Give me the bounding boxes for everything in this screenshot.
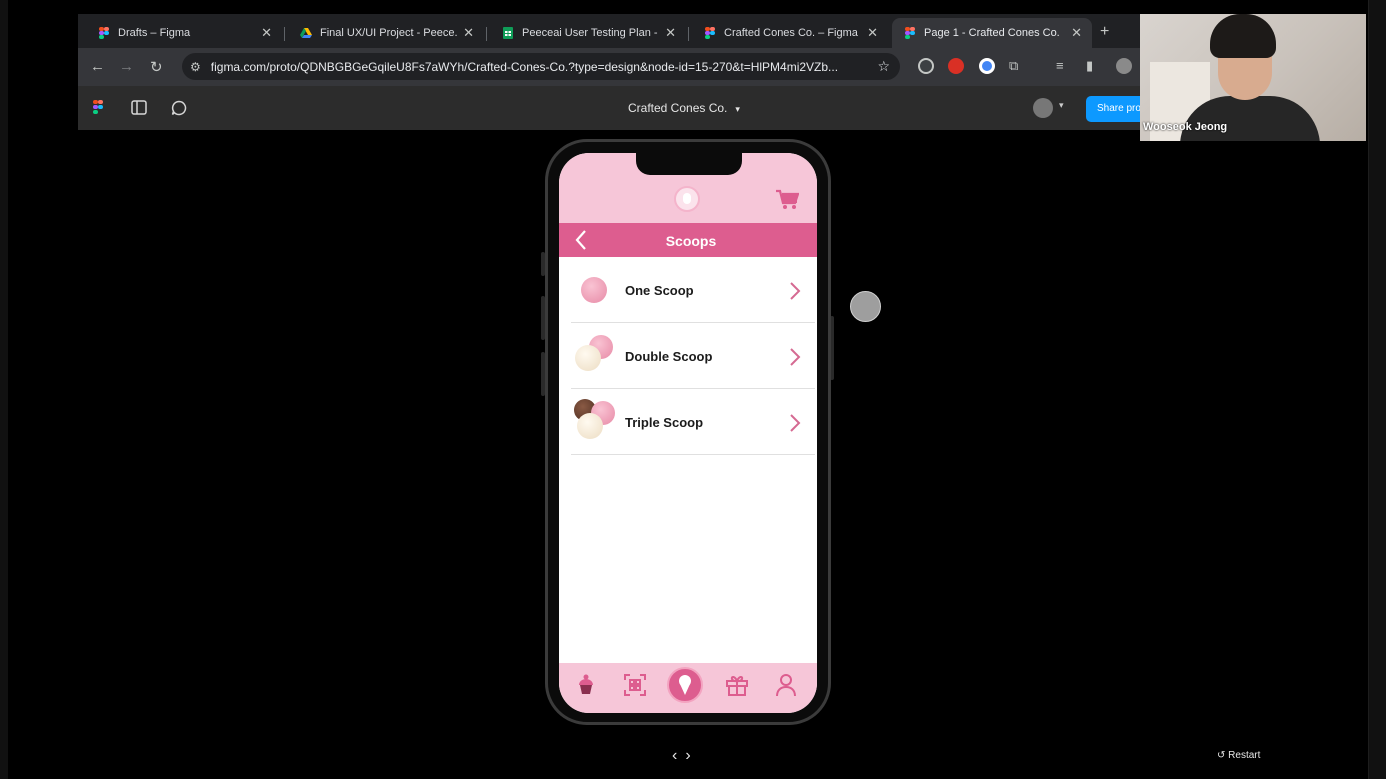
webcam-overlay: Wooseok Jeong [1140, 14, 1366, 141]
tab-separator [486, 27, 487, 41]
home-ice-cream-icon[interactable] [667, 667, 703, 703]
profile-icon[interactable] [775, 673, 797, 702]
tab-page-1[interactable]: Page 1 - Crafted Cones Co. ✕ [892, 18, 1092, 48]
tab-title: Drafts – Figma [118, 27, 191, 39]
site-settings-icon[interactable]: ⚙ [190, 60, 201, 74]
restart-label: Restart [1228, 750, 1261, 761]
phone-notch [636, 153, 742, 175]
file-title-text: Crafted Cones Co. [628, 101, 728, 115]
browser-window: Drafts – Figma ✕ Final UX/UI Project - P… [78, 14, 1146, 130]
double-scoop-image [575, 345, 601, 371]
address-bar[interactable]: ⚙ figma.com/proto/QDNBGBGeGqileU8Fs7aWYh… [182, 53, 900, 80]
media-control-icon[interactable]: ≡ [1056, 58, 1064, 73]
tab-separator [688, 27, 689, 41]
page-title: Scoops [665, 233, 717, 249]
scoop-option-one[interactable]: One Scoop [571, 257, 815, 323]
grammarly-icon[interactable] [918, 58, 934, 74]
qr-scan-icon[interactable] [623, 673, 647, 702]
one-scoop-image [581, 277, 607, 303]
close-icon[interactable]: ✕ [867, 25, 878, 41]
list-item-label: Triple Scoop [625, 415, 704, 430]
page-header: Scoops [559, 223, 817, 257]
comment-icon[interactable] [171, 100, 187, 121]
tab-title: Final UX/UI Project - Peece.a [320, 27, 458, 39]
tab-title: Peeceai User Testing Plan - G [522, 27, 660, 39]
side-panel-icon[interactable]: ▮ [1086, 58, 1093, 74]
sidebar-toggle-icon[interactable] [131, 100, 147, 120]
cart-icon[interactable] [775, 189, 800, 216]
back-arrow-icon[interactable]: ← [90, 58, 105, 75]
address-bar-row: ← → ↻ ⚙ figma.com/proto/QDNBGBGeGqileU8F… [78, 48, 1140, 86]
list-item-label: One Scoop [625, 283, 694, 298]
reload-icon[interactable]: ↻ [150, 58, 163, 76]
restart-button[interactable]: ↺ Restart [1217, 750, 1260, 761]
phone-frame: Scoops One Scoop Double Scoop Triple Sco… [545, 139, 831, 725]
google-drive-icon [300, 27, 312, 39]
extension-icon[interactable] [948, 58, 964, 74]
gift-icon[interactable] [725, 673, 749, 702]
ice-cream-logo-icon[interactable] [674, 186, 700, 212]
chevron-right-icon [789, 281, 801, 306]
close-icon[interactable]: ✕ [665, 25, 676, 41]
chevron-right-icon [789, 347, 801, 372]
participant-name: Wooseok Jeong [1143, 121, 1228, 133]
file-title[interactable]: Crafted Cones Co. ▾ [628, 101, 740, 115]
screen-share-stage: Drafts – Figma ✕ Final UX/UI Project - P… [0, 0, 1386, 779]
tab-title: Page 1 - Crafted Cones Co. [924, 27, 1060, 39]
restart-icon: ↺ [1217, 750, 1226, 761]
url-text[interactable]: figma.com/proto/QDNBGBGeGqileU8Fs7aWYh/C… [211, 60, 868, 74]
click-cursor [850, 291, 881, 322]
tab-drafts[interactable]: Drafts – Figma ✕ [86, 18, 282, 48]
scoop-option-double[interactable]: Double Scoop [571, 323, 815, 389]
puzzle-icon[interactable]: ⧉ [1009, 58, 1018, 74]
bookmark-star-icon[interactable]: ☆ [877, 58, 890, 75]
tab-testing-plan[interactable]: Peeceai User Testing Plan - G ✕ [490, 18, 686, 48]
user-avatar[interactable] [1033, 98, 1053, 118]
chevron-down-icon: ▾ [735, 104, 740, 114]
figma-menu-icon[interactable] [92, 100, 104, 114]
new-tab-button[interactable]: + [1100, 23, 1109, 41]
next-frame-button[interactable]: › [685, 747, 698, 764]
previous-frame-button[interactable]: ‹ [672, 747, 685, 764]
tab-separator [284, 27, 285, 41]
extension-icon[interactable] [979, 58, 995, 74]
figma-toolbar: Crafted Cones Co. ▾ ▾ Share pro [78, 86, 1146, 130]
close-icon[interactable]: ✕ [463, 25, 474, 41]
tab-bar: Drafts – Figma ✕ Final UX/UI Project - P… [78, 14, 1140, 48]
profile-avatar[interactable] [1116, 58, 1132, 74]
google-sheets-icon [502, 27, 514, 39]
chevron-down-icon[interactable]: ▾ [1059, 100, 1064, 111]
triple-scoop-image [577, 413, 603, 439]
list-item-label: Double Scoop [625, 349, 713, 364]
prototype-pager: ‹› [672, 747, 699, 765]
bottom-nav [559, 663, 817, 713]
tab-title: Crafted Cones Co. – Figma [724, 27, 858, 39]
figma-icon [704, 27, 716, 39]
close-icon[interactable]: ✕ [261, 25, 272, 41]
scoop-option-triple[interactable]: Triple Scoop [571, 389, 815, 455]
figma-icon [98, 27, 110, 39]
forward-arrow-icon[interactable]: → [119, 58, 134, 75]
close-icon[interactable]: ✕ [1071, 25, 1082, 41]
left-edge [0, 0, 8, 779]
right-edge [1368, 0, 1386, 779]
chevron-right-icon [789, 413, 801, 438]
app-screen: Scoops One Scoop Double Scoop Triple Sco… [559, 153, 817, 713]
webcam-hair [1210, 14, 1276, 58]
tab-final-project[interactable]: Final UX/UI Project - Peece.a ✕ [288, 18, 484, 48]
cupcake-icon[interactable] [576, 673, 596, 702]
tab-crafted-cones[interactable]: Crafted Cones Co. – Figma ✕ [692, 18, 888, 48]
figma-icon [904, 27, 916, 39]
share-button[interactable]: Share pro [1086, 96, 1146, 122]
